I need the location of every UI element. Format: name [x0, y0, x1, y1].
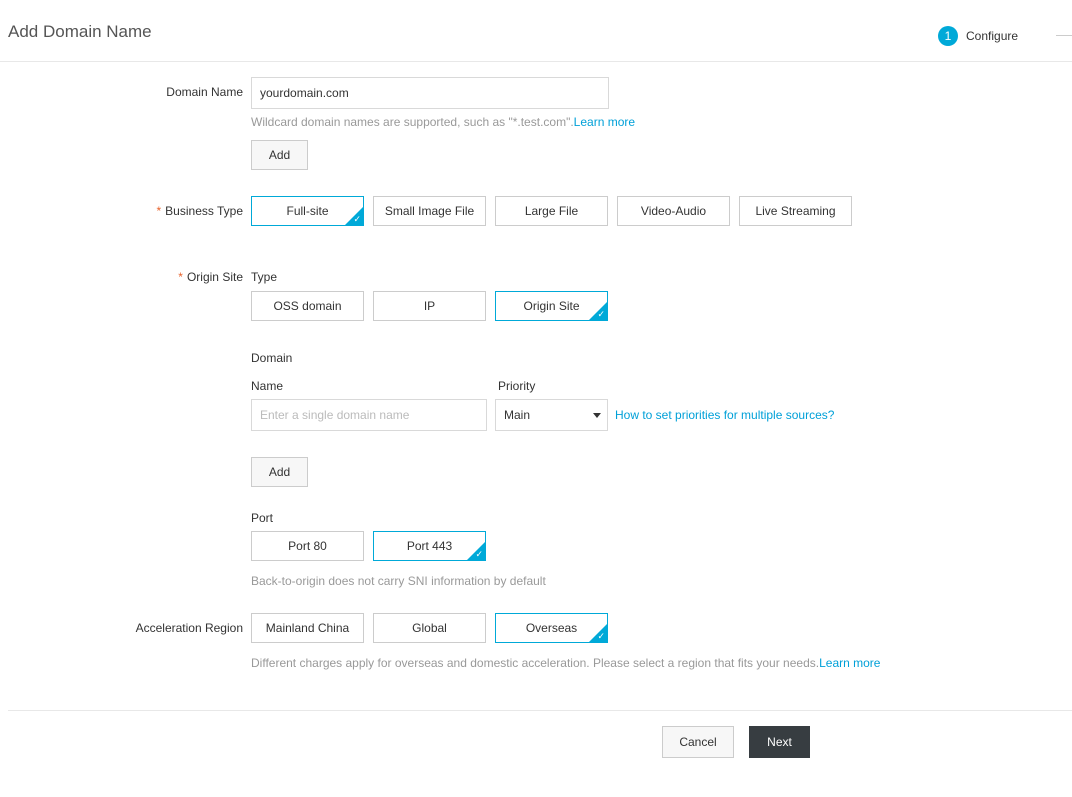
acceleration-region-label: Acceleration Region: [135, 621, 243, 635]
region-overseas[interactable]: Overseas ✓: [495, 613, 608, 643]
domain-name-hint: Wildcard domain names are supported, suc…: [251, 115, 635, 129]
origin-site-label-text: Origin Site: [186, 270, 243, 284]
region-hint-text: Different charges apply for overseas and…: [251, 656, 820, 670]
add-origin-button[interactable]: Add: [251, 457, 308, 487]
page-title: Add Domain Name: [8, 22, 152, 41]
cancel-button[interactable]: Cancel: [662, 726, 734, 758]
footer-divider: [8, 710, 1072, 711]
origin-domain-name-input[interactable]: [251, 399, 487, 431]
region-global[interactable]: Global: [373, 613, 486, 643]
region-learn-more-link[interactable]: Learn more: [819, 656, 880, 670]
origin-type-ip[interactable]: IP: [373, 291, 486, 321]
business-type-full-site[interactable]: Full-site ✓: [251, 196, 364, 226]
business-type-video-audio[interactable]: Video-Audio: [617, 196, 730, 226]
business-type-large-file-label: Large File: [524, 204, 579, 218]
business-type-live-streaming[interactable]: Live Streaming: [739, 196, 852, 226]
origin-priority-value: Main: [504, 408, 531, 422]
origin-type-origin-site[interactable]: Origin Site ✓: [495, 291, 608, 321]
origin-name-label: Name: [251, 379, 284, 393]
step-label: Configure: [966, 29, 1019, 43]
origin-type-ip-label: IP: [423, 299, 436, 313]
port-443-label: Port 443: [406, 539, 453, 553]
step-number-badge: 1: [938, 26, 958, 46]
business-type-live-streaming-label: Live Streaming: [755, 204, 836, 218]
region-hint: Different charges apply for overseas and…: [251, 656, 880, 670]
origin-type-oss-domain[interactable]: OSS domain: [251, 291, 364, 321]
check-icon: ✓: [597, 631, 605, 641]
business-type-label-text: Business Type: [165, 204, 243, 218]
domain-name-label: Domain Name: [166, 85, 243, 99]
check-icon: ✓: [597, 309, 605, 319]
origin-domain-section-label: Domain: [251, 351, 293, 365]
port-label: Port: [251, 511, 274, 525]
origin-site-label: * Origin Site: [178, 270, 243, 284]
region-mainland-china[interactable]: Mainland China: [251, 613, 364, 643]
business-type-full-site-label: Full-site: [286, 204, 329, 218]
business-type-small-image-file[interactable]: Small Image File: [373, 196, 486, 226]
region-global-label: Global: [412, 621, 447, 635]
origin-priority-label: Priority: [498, 379, 536, 393]
priority-help-link[interactable]: How to set priorities for multiple sourc…: [615, 408, 834, 422]
next-button[interactable]: Next: [749, 726, 810, 758]
required-mark: *: [178, 270, 183, 284]
port-443-option[interactable]: Port 443 ✓: [373, 531, 486, 561]
check-icon: ✓: [353, 214, 361, 224]
domain-name-learn-more-link[interactable]: Learn more: [574, 115, 635, 129]
business-type-label: * Business Type: [157, 204, 244, 218]
domain-name-input[interactable]: [251, 77, 609, 109]
port-80-label: Port 80: [288, 539, 327, 553]
port-80-option[interactable]: Port 80: [251, 531, 364, 561]
business-type-large-file[interactable]: Large File: [495, 196, 608, 226]
region-mainland-china-label: Mainland China: [265, 621, 350, 635]
business-type-video-audio-label: Video-Audio: [640, 204, 707, 218]
page-header: Add Domain Name 1 Configure: [0, 0, 1072, 62]
origin-type-oss-domain-label: OSS domain: [273, 299, 342, 313]
caret-down-icon: [593, 413, 601, 418]
origin-priority-select[interactable]: Main: [495, 399, 608, 431]
origin-type-label: Type: [251, 270, 278, 284]
origin-type-origin-site-label: Origin Site: [523, 299, 580, 313]
domain-name-hint-text: Wildcard domain names are supported, suc…: [251, 115, 574, 129]
step-connector: [1056, 35, 1072, 36]
port-hint: Back-to-origin does not carry SNI inform…: [251, 574, 546, 588]
business-type-small-image-file-label: Small Image File: [384, 204, 475, 218]
check-icon: ✓: [475, 549, 483, 559]
region-overseas-label: Overseas: [525, 621, 578, 635]
step-indicator: 1 Configure: [938, 26, 1018, 46]
required-mark: *: [156, 204, 162, 218]
add-domain-button[interactable]: Add: [251, 140, 308, 170]
